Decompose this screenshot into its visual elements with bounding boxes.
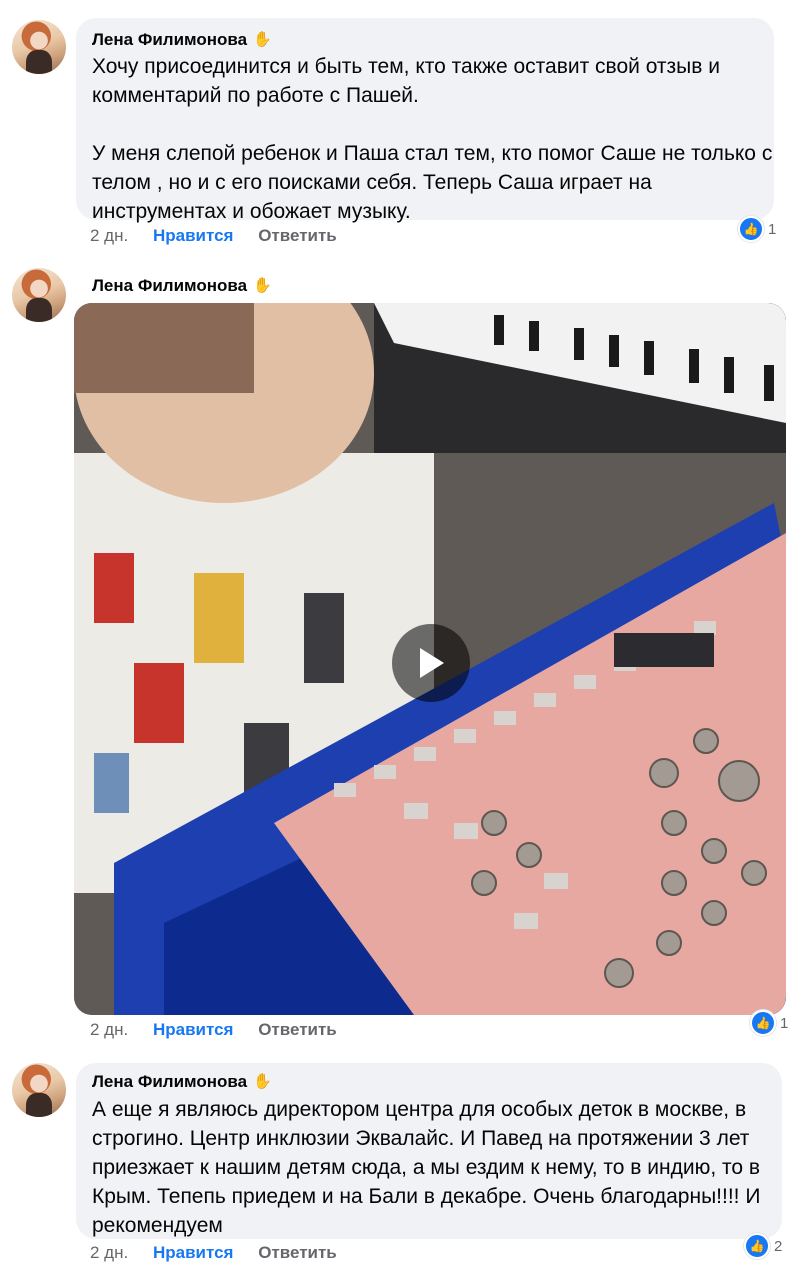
- comment-actions: 2 дн. Нравится Ответить: [90, 1020, 357, 1040]
- reaction-summary[interactable]: 👍 1: [750, 1010, 788, 1036]
- reaction-count: 2: [774, 1237, 783, 1255]
- like-thumb-icon: 👍: [738, 216, 764, 242]
- reaction-count: 1: [768, 220, 777, 238]
- comment-actions: 2 дн. Нравится Ответить: [90, 226, 357, 246]
- wave-badge-icon: ✋: [253, 31, 272, 48]
- comment-author[interactable]: Лена Филимонова ✋: [92, 30, 272, 50]
- reply-button[interactable]: Ответить: [258, 1020, 337, 1040]
- like-button[interactable]: Нравится: [153, 1243, 234, 1263]
- comment-text: Хочу присоединится и быть тем, кто также…: [92, 52, 782, 226]
- play-button[interactable]: [392, 624, 470, 702]
- reply-button[interactable]: Ответить: [258, 1243, 337, 1263]
- play-icon: [420, 648, 444, 678]
- avatar[interactable]: [12, 20, 66, 74]
- comment-text: А еще я являюсь директором центра для ос…: [92, 1095, 782, 1240]
- reaction-summary[interactable]: 👍 1: [738, 216, 776, 242]
- comment-author[interactable]: Лена Филимонова ✋: [92, 1072, 272, 1092]
- comment-author[interactable]: Лена Филимонова ✋: [92, 276, 272, 296]
- like-button[interactable]: Нравится: [153, 226, 234, 246]
- reaction-summary[interactable]: 👍 2: [744, 1233, 782, 1259]
- like-thumb-icon: 👍: [750, 1010, 776, 1036]
- like-thumb-icon: 👍: [744, 1233, 770, 1259]
- comment-paragraph: Хочу присоединится и быть тем, кто также…: [92, 55, 720, 107]
- comment-time[interactable]: 2 дн.: [90, 1020, 128, 1040]
- reaction-count: 1: [780, 1014, 789, 1032]
- comment-time[interactable]: 2 дн.: [90, 226, 128, 246]
- avatar[interactable]: [12, 1063, 66, 1117]
- wave-badge-icon: ✋: [253, 1073, 272, 1090]
- avatar[interactable]: [12, 268, 66, 322]
- like-button[interactable]: Нравится: [153, 1020, 234, 1040]
- wave-badge-icon: ✋: [253, 277, 272, 294]
- comment-paragraph: У меня слепой ребенок и Паша стал тем, к…: [92, 142, 773, 223]
- comment-time[interactable]: 2 дн.: [90, 1243, 128, 1263]
- comment-actions: 2 дн. Нравится Ответить: [90, 1243, 357, 1263]
- comment-paragraph: А еще я являюсь директором центра для ос…: [92, 1098, 761, 1237]
- reply-button[interactable]: Ответить: [258, 226, 337, 246]
